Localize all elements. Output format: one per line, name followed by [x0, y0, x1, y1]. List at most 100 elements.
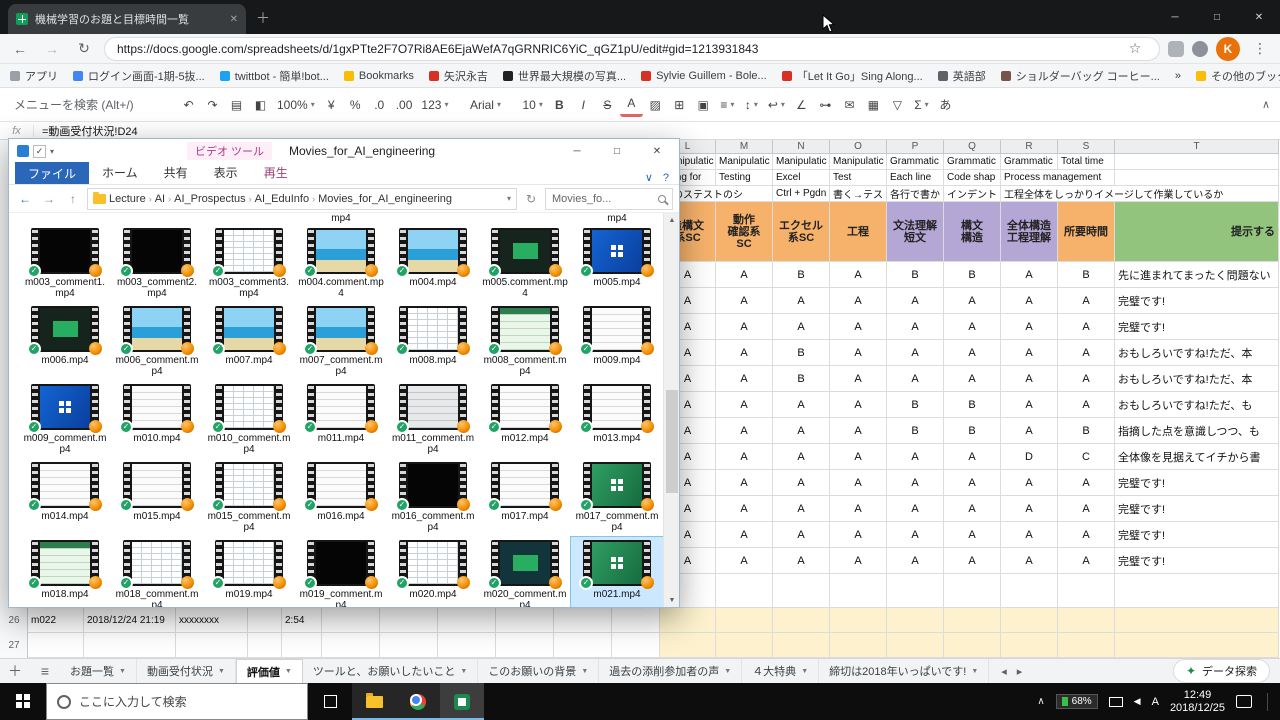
toolbar-collapse-icon[interactable]: ∧: [1262, 98, 1270, 111]
category-header-cell[interactable]: 構文 構造: [944, 202, 1001, 262]
bookmark-item[interactable]: 矢沢永吉: [429, 68, 488, 84]
grid-cell[interactable]: [1058, 608, 1115, 633]
grid-cell[interactable]: xxxxxxxx: [176, 608, 248, 633]
feedback-cell[interactable]: 完璧です!: [1115, 548, 1279, 574]
feedback-cell[interactable]: 指摘した点を意識しつつ、も: [1115, 418, 1279, 444]
breadcrumb-item[interactable]: Movies_for_AI_engineering: [318, 193, 452, 205]
sheet-tab[interactable]: 動画受付状況▼: [137, 659, 236, 683]
grid-cell[interactable]: [380, 608, 438, 633]
grade-cell[interactable]: A: [716, 522, 773, 548]
feedback-cell[interactable]: 完璧です!: [1115, 314, 1279, 340]
column-header[interactable]: S: [1058, 140, 1115, 154]
grid-cell[interactable]: [322, 633, 380, 658]
help-icon[interactable]: ?: [663, 172, 669, 184]
redo-button[interactable]: ↷: [201, 93, 224, 117]
grid-cell[interactable]: [496, 633, 554, 658]
file-item[interactable]: ✓m011.mp4: [295, 381, 387, 459]
file-item[interactable]: ✓m005.comment.mp4: [479, 225, 571, 303]
grid-cell[interactable]: [322, 608, 380, 633]
breadcrumb-item[interactable]: AI_Prospectus: [174, 193, 246, 205]
file-item[interactable]: ✓m020_comment.mp4: [479, 537, 571, 607]
undo-button[interactable]: ↶: [177, 93, 200, 117]
row-number[interactable]: 27: [0, 640, 28, 651]
column-header[interactable]: N: [773, 140, 830, 154]
grade-cell[interactable]: A: [716, 262, 773, 288]
grid-cell[interactable]: [28, 633, 84, 658]
grade-cell[interactable]: B: [887, 418, 944, 444]
grid-cell[interactable]: [438, 633, 496, 658]
quick-access-dropdown-icon[interactable]: ▾: [50, 147, 54, 156]
grade-cell[interactable]: A: [944, 288, 1001, 314]
grade-cell[interactable]: A: [830, 314, 887, 340]
grade-cell[interactable]: A: [944, 444, 1001, 470]
percent-format-button[interactable]: %: [344, 93, 367, 117]
grade-cell[interactable]: A: [1001, 366, 1058, 392]
task-view-button[interactable]: [308, 683, 352, 720]
grid-cell[interactable]: [438, 608, 496, 633]
grade-cell[interactable]: C: [1058, 444, 1115, 470]
file-item[interactable]: ✓m003_comment2.mp4: [111, 225, 203, 303]
grid-cell[interactable]: [554, 608, 612, 633]
breadcrumb-dropdown-icon[interactable]: ▾: [507, 194, 511, 203]
grid-cell[interactable]: [1001, 633, 1058, 658]
more-formats-button[interactable]: 123: [417, 93, 452, 117]
bookmark-item[interactable]: 世界最大規模の写真...: [503, 68, 626, 84]
column-header[interactable]: T: [1115, 140, 1279, 154]
grid-cell[interactable]: [716, 608, 773, 633]
grid-cell[interactable]: [1115, 633, 1279, 658]
grade-cell[interactable]: A: [773, 496, 830, 522]
grid-cell[interactable]: [830, 574, 887, 608]
grid-cell[interactable]: [1001, 574, 1058, 608]
grade-cell[interactable]: A: [716, 548, 773, 574]
grid-cell[interactable]: [1115, 170, 1279, 186]
file-item[interactable]: ✓m014.mp4: [19, 459, 111, 537]
functions-button[interactable]: Σ: [910, 93, 933, 117]
feedback-cell[interactable]: 完璧です!: [1115, 522, 1279, 548]
file-item[interactable]: ✓m004.mp4: [387, 225, 479, 303]
quick-check-icon[interactable]: ✓: [33, 145, 46, 158]
maximize-button[interactable]: □: [1196, 0, 1238, 34]
file-item[interactable]: ✓m007.mp4: [203, 303, 295, 381]
explorer-minimize-button[interactable]: ─: [557, 139, 597, 163]
breadcrumb[interactable]: Lecture›AI›AI_Prospectus›AI_EduInfo›Movi…: [87, 188, 517, 210]
file-item[interactable]: ✓m017_comment.mp4: [571, 459, 663, 537]
scroll-down-icon[interactable]: ▼: [664, 593, 680, 607]
browser-menu-icon[interactable]: ⋮: [1248, 37, 1272, 61]
ribbon-collapse-icon[interactable]: ∨: [645, 171, 653, 184]
explore-button[interactable]: ✦ データ探索: [1173, 659, 1270, 683]
grid-cell[interactable]: [944, 574, 1001, 608]
grade-cell[interactable]: A: [716, 470, 773, 496]
row-number[interactable]: 26: [0, 615, 28, 626]
grid-cell[interactable]: 2018/12/24 21:19: [84, 608, 176, 633]
file-item[interactable]: ✓m011_comment.mp4: [387, 381, 479, 459]
file-item[interactable]: ✓m004.comment.mp4: [295, 225, 387, 303]
print-button[interactable]: ▤: [225, 93, 248, 117]
grade-cell[interactable]: A: [1058, 496, 1115, 522]
filter-button[interactable]: ▽: [886, 93, 909, 117]
grade-cell[interactable]: A: [773, 548, 830, 574]
grade-cell[interactable]: D: [1001, 444, 1058, 470]
grade-cell[interactable]: A: [1058, 548, 1115, 574]
grid-cell[interactable]: [887, 608, 944, 633]
grade-cell[interactable]: A: [773, 470, 830, 496]
file-item[interactable]: ✓m007_comment.mp4: [295, 303, 387, 381]
sheet-tab-caret-icon[interactable]: ▼: [724, 668, 731, 675]
ribbon-tab-再生[interactable]: 再生: [251, 162, 301, 184]
grade-cell[interactable]: A: [944, 548, 1001, 574]
grid-cell[interactable]: [1058, 633, 1115, 658]
grid-cell[interactable]: Test: [830, 170, 887, 186]
grade-cell[interactable]: A: [944, 314, 1001, 340]
file-item[interactable]: ✓m005.mp4: [571, 225, 663, 303]
sheet-tab-caret-icon[interactable]: ▼: [460, 668, 467, 675]
volume-icon[interactable]: ◀: [1134, 696, 1141, 707]
file-item[interactable]: ✓m018_comment.mp4: [111, 537, 203, 607]
formula-input[interactable]: =動画受付状況!D24: [34, 123, 138, 139]
sheet-tab[interactable]: ツールと、お願いしたいこと▼: [303, 659, 479, 683]
feedback-cell[interactable]: 完璧です!: [1115, 288, 1279, 314]
sheet-tab-caret-icon[interactable]: ▼: [285, 668, 292, 675]
taskbar-green-app-button[interactable]: [440, 683, 484, 720]
font-size-select[interactable]: 10: [518, 93, 546, 117]
grade-cell[interactable]: A: [830, 470, 887, 496]
grade-cell[interactable]: A: [887, 314, 944, 340]
feedback-cell[interactable]: 先に進まれてまったく問題ない: [1115, 262, 1279, 288]
